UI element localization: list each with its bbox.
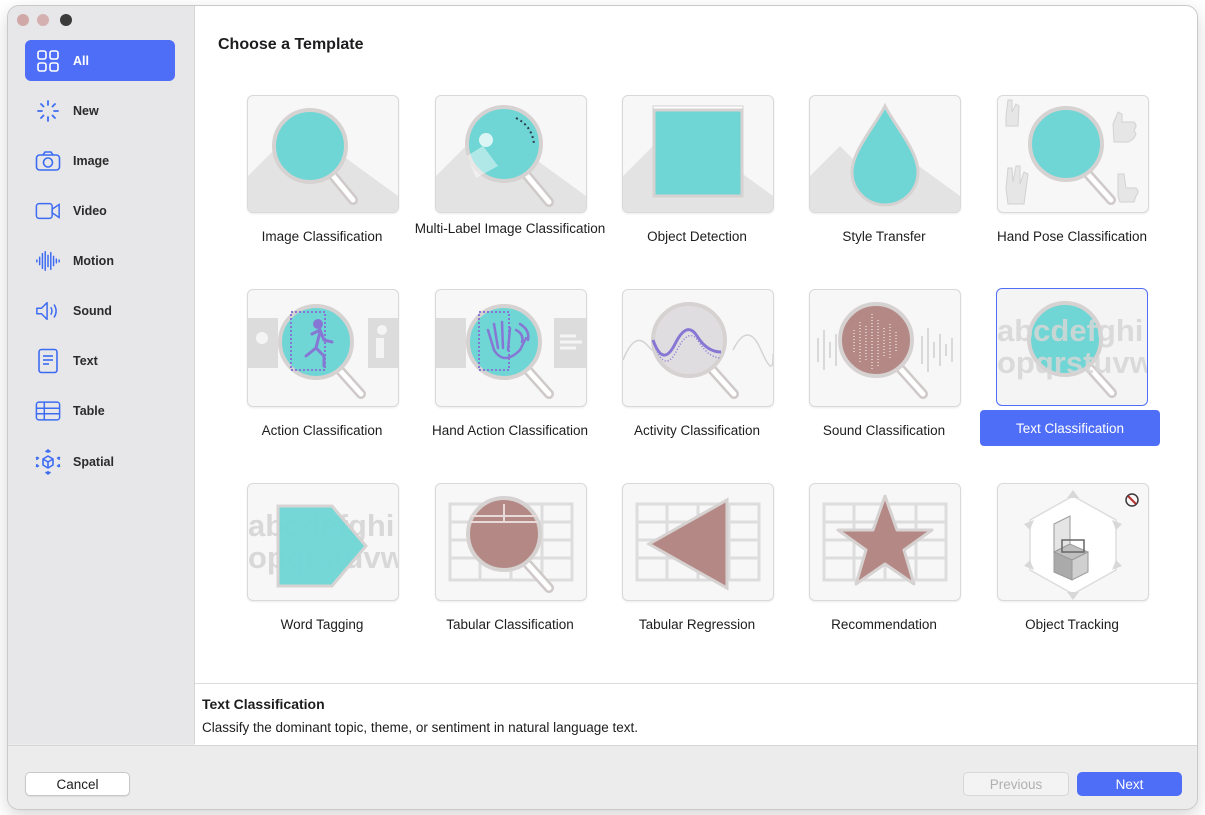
cancel-button[interactable]: Cancel (25, 772, 130, 796)
template-tile-sound-classification[interactable] (809, 289, 961, 407)
video-camera-icon (35, 198, 61, 224)
tile-sample-text-bottom: opqrstuvw (997, 345, 1147, 380)
sidebar-item-label: Text (73, 353, 98, 368)
sidebar-item-label: Sound (73, 303, 112, 318)
template-tile-hand-action-classification[interactable] (435, 289, 587, 407)
previous-button[interactable]: Previous (963, 772, 1069, 796)
close-window-button[interactable] (17, 14, 29, 26)
template-label: Image Classification (261, 229, 383, 244)
template-label: Activity Classification (633, 423, 761, 438)
template-tile-object-tracking[interactable] (997, 483, 1149, 601)
template-label: Object Detection (647, 229, 747, 244)
template-label: Sound Classification (822, 423, 946, 438)
activity-classification-icon (623, 302, 773, 399)
template-tile-hand-pose-classification[interactable] (997, 95, 1149, 213)
tile-sample-text-top: abcdefghi (997, 313, 1143, 348)
zoom-window-button[interactable] (60, 14, 72, 26)
template-tile-multi-label-image-classification[interactable] (435, 95, 587, 213)
minimize-window-button[interactable] (37, 14, 49, 26)
template-tile-activity-classification[interactable] (622, 289, 774, 407)
sidebar: All New Image Video Motion Sound Text Ta… (8, 6, 195, 744)
sidebar-item-label: Video (73, 203, 107, 218)
sidebar-item-motion[interactable]: Motion (25, 240, 175, 281)
sidebar-item-sound[interactable]: Sound (25, 290, 175, 331)
sidebar-item-table[interactable]: Table (25, 390, 175, 431)
template-tile-word-tagging[interactable]: abcdefghi opqrstuvw (247, 483, 399, 601)
next-button[interactable]: Next (1077, 772, 1182, 796)
action-classification-icon (248, 304, 398, 399)
template-tile-action-classification[interactable] (247, 289, 399, 407)
template-tile-tabular-regression[interactable] (622, 483, 774, 601)
template-label: Word Tagging (280, 617, 364, 632)
spatial-cube-icon (35, 448, 61, 475)
footer-bar: Cancel Previous Next (8, 745, 1197, 809)
description-text: Classify the dominant topic, theme, or s… (202, 720, 638, 735)
image-classification-icon (248, 108, 398, 212)
template-tile-image-classification[interactable] (247, 95, 399, 213)
multi-label-image-classification-icon (436, 105, 586, 212)
table-icon (35, 398, 61, 424)
template-tile-style-transfer[interactable] (809, 95, 961, 213)
main-content: Choose a Template Image Classification M… (195, 6, 1197, 745)
waveform-icon (35, 248, 61, 274)
template-label: Hand Action Classification (431, 423, 589, 438)
word-tagging-icon: abcdefghi opqrstuvw (248, 504, 398, 588)
style-transfer-icon (810, 102, 960, 212)
template-label: Tabular Classification (446, 617, 574, 632)
template-label: Hand Pose Classification (996, 229, 1148, 244)
description-panel: Text Classification Classify the dominan… (195, 683, 1197, 745)
text-classification-icon: abcdefghi opqrstuvw (997, 301, 1147, 398)
hand-pose-classification-icon (1005, 99, 1139, 205)
sidebar-item-label: Table (73, 403, 105, 418)
sidebar-item-image[interactable]: Image (25, 140, 175, 181)
sidebar-item-new[interactable]: New (25, 90, 175, 131)
recommendation-icon (822, 494, 948, 586)
template-label: Style Transfer (842, 229, 926, 244)
page-title: Choose a Template (218, 36, 364, 53)
sidebar-item-spatial[interactable]: Spatial (25, 441, 175, 482)
object-tracking-icon (1024, 490, 1139, 600)
hand-action-classification-icon (436, 304, 586, 399)
template-window: All New Image Video Motion Sound Text Ta… (8, 6, 1197, 809)
sidebar-item-label: Motion (73, 253, 114, 268)
grid-icon (35, 48, 61, 74)
template-tile-object-detection[interactable] (622, 95, 774, 213)
sidebar-item-text[interactable]: Text (25, 340, 175, 381)
description-title: Text Classification (202, 696, 325, 712)
template-tile-text-classification[interactable]: abcdefghi opqrstuvw (996, 288, 1148, 406)
template-label-selected: Text Classification (980, 410, 1160, 446)
sidebar-item-label: Spatial (73, 454, 114, 469)
template-label: Tabular Regression (638, 617, 756, 632)
template-label: Multi-Label Image Classification (414, 221, 606, 236)
camera-icon (35, 148, 61, 174)
template-label: Recommendation (831, 617, 937, 632)
tabular-regression-icon (635, 497, 761, 591)
sound-classification-icon (817, 302, 953, 399)
template-label: Action Classification (261, 423, 383, 438)
sidebar-item-video[interactable]: Video (25, 190, 175, 231)
template-tile-tabular-classification[interactable] (435, 483, 587, 601)
sidebar-item-label: All (73, 53, 89, 68)
document-icon (35, 348, 61, 374)
template-label: Object Tracking (1025, 617, 1119, 632)
sparkle-icon (35, 98, 61, 124)
template-tile-recommendation[interactable] (809, 483, 961, 601)
sidebar-item-label: Image (73, 153, 110, 168)
object-detection-icon (623, 105, 773, 212)
sidebar-item-label: New (73, 103, 99, 118)
sidebar-item-all[interactable]: All (25, 40, 175, 81)
speaker-icon (35, 298, 61, 324)
tabular-classification-icon (448, 496, 574, 593)
